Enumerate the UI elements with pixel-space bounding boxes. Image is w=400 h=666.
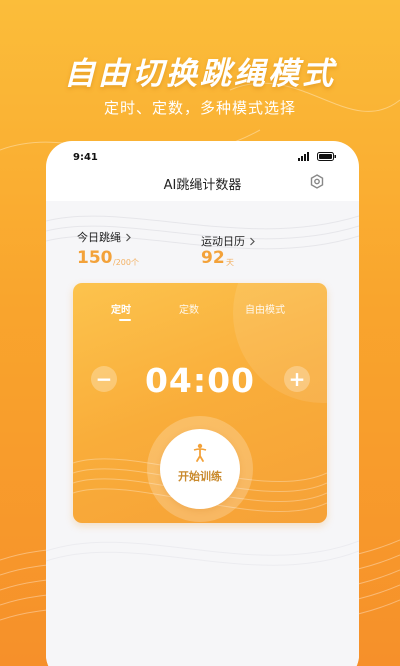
status-time: 9:41	[73, 152, 98, 163]
chevron-right-icon	[250, 237, 255, 245]
increase-time-button[interactable]: +	[284, 366, 310, 392]
exercise-days-value: 92	[201, 248, 225, 268]
promo-subline: 定时、定数，多种模式选择	[103, 99, 296, 117]
bottom-wave-lines	[46, 540, 359, 566]
status-bar: 9:41	[46, 141, 359, 171]
signal-5g-icon	[298, 152, 309, 161]
tab-timed[interactable]: 定时	[111, 301, 131, 316]
battery-icon	[317, 152, 336, 161]
phone-screen: 9:41 AI跳绳计数器 今日跳绳 150 /200个 运动日历 92 天 定时…	[46, 141, 359, 666]
chevron-right-icon	[126, 233, 131, 241]
exercise-calendar-label: 运动日历	[201, 235, 245, 248]
promo-headline: 自由切换跳绳模式	[64, 56, 336, 92]
exercise-days-unit: 天	[226, 258, 234, 267]
today-jump-value: 150	[77, 248, 113, 268]
today-jump-link[interactable]: 今日跳绳	[77, 229, 132, 245]
settings-gear-icon[interactable]	[308, 173, 326, 191]
tab-free-mode[interactable]: 自由模式	[245, 301, 285, 316]
tab-active-indicator	[119, 319, 131, 321]
tab-count[interactable]: 定数	[179, 301, 199, 316]
today-jump-unit: /200个	[113, 258, 139, 267]
exercise-calendar-link[interactable]: 运动日历	[201, 233, 256, 249]
today-jump-label: 今日跳绳	[77, 231, 121, 244]
